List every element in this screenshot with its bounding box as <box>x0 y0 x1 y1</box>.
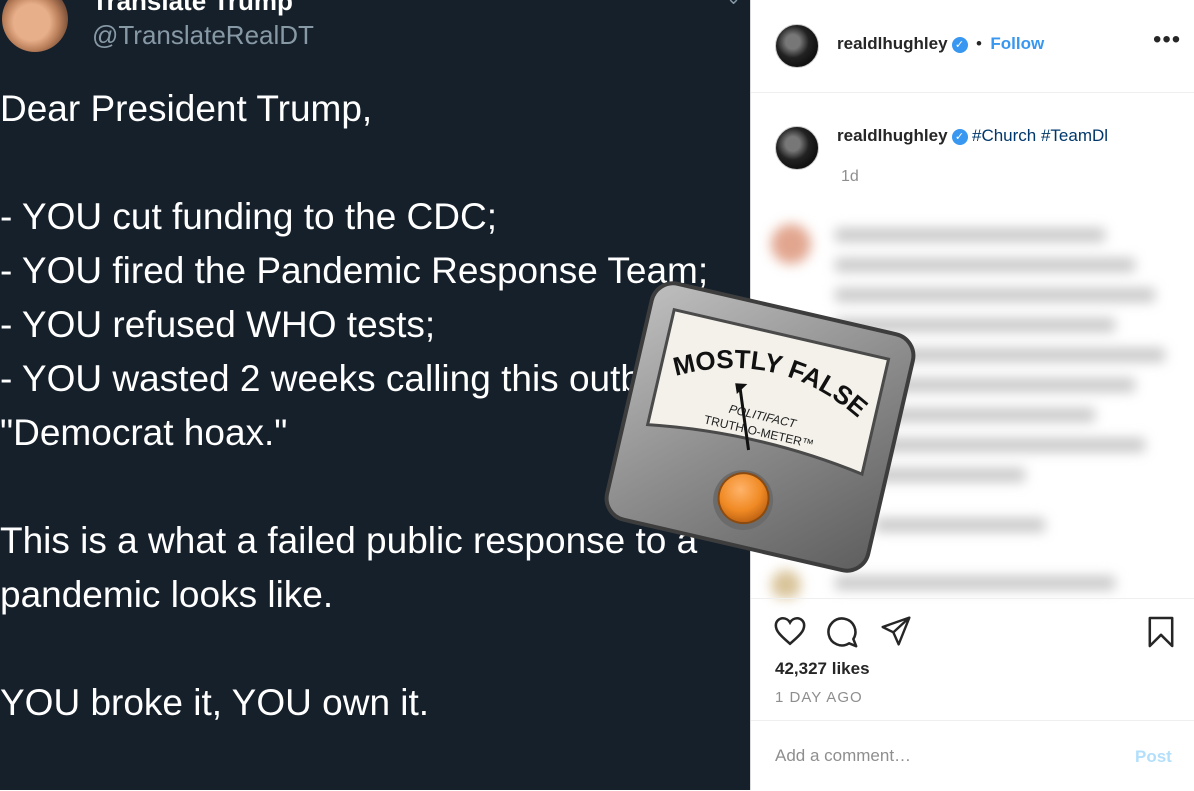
user-avatar[interactable] <box>775 24 819 68</box>
caption-avatar[interactable] <box>775 126 819 170</box>
caption-username[interactable]: realdlhughley <box>837 126 948 145</box>
bookmark-icon[interactable] <box>1147 615 1175 649</box>
chevron-down-icon: ⌄ <box>726 0 741 9</box>
post-comment-button[interactable]: Post <box>1135 747 1172 767</box>
caption-timestamp: 1d <box>841 168 859 185</box>
share-icon[interactable] <box>879 615 913 647</box>
tweet-author-avatar <box>2 0 68 52</box>
comment-bar: Post <box>751 720 1194 791</box>
verified-badge-icon: ✓ <box>951 37 968 53</box>
tweet-author-name: Translate Trump <box>92 0 293 16</box>
comment-input[interactable] <box>773 745 1107 767</box>
post-actions: 42,327 likes 1 DAY AGO <box>751 598 1194 721</box>
post-caption: realdlhughley ✓ #Church #TeamDl <box>837 126 1108 146</box>
caption-hashtags[interactable]: #Church #TeamDl <box>972 126 1108 145</box>
tweet-author-handle: @TranslateRealDT <box>92 20 314 50</box>
follow-button[interactable]: Follow <box>990 34 1044 53</box>
post-age: 1 DAY AGO <box>775 689 863 706</box>
likes-count[interactable]: 42,327 likes <box>775 659 870 679</box>
post-header: realdlhughley ✓ • Follow ••• <box>751 0 1194 93</box>
separator-dot: • <box>975 34 982 53</box>
verified-badge-icon: ✓ <box>951 129 968 145</box>
heart-icon[interactable] <box>773 615 807 647</box>
header-username[interactable]: realdlhughley <box>837 34 948 53</box>
more-options-icon[interactable]: ••• <box>1153 26 1181 54</box>
comment-icon[interactable] <box>825 615 859 649</box>
